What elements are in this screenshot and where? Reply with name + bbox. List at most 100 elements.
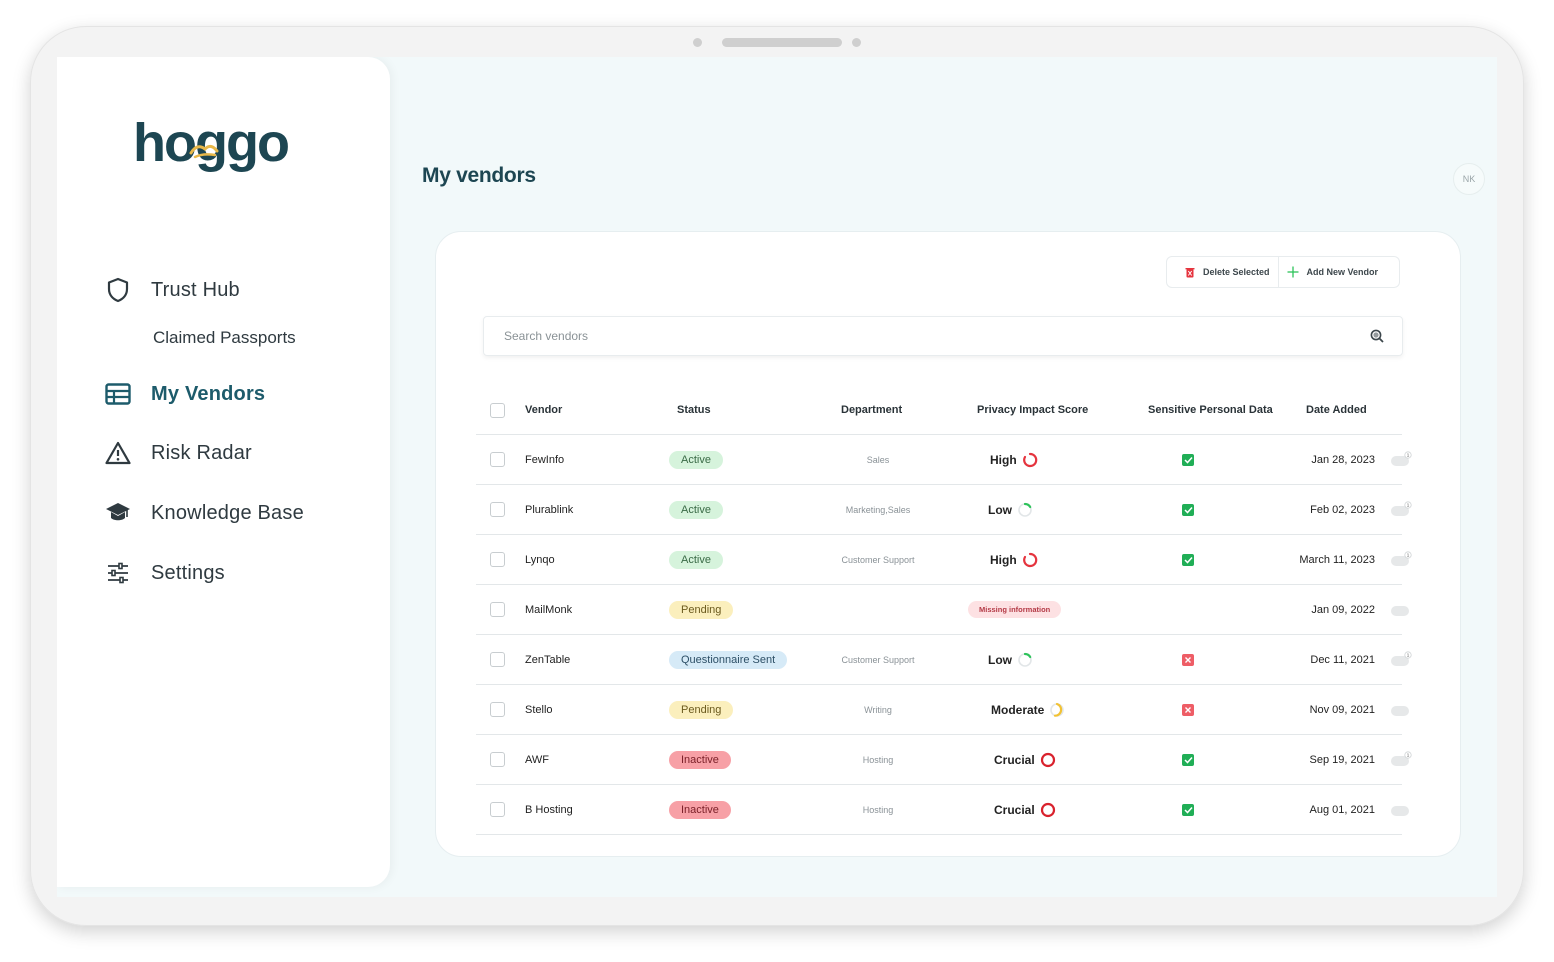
score-cell: Low bbox=[988, 485, 1033, 534]
department-cell: Customer Support bbox=[816, 635, 940, 684]
vendor-name[interactable]: B Hosting bbox=[525, 785, 573, 834]
score-ring-icon bbox=[1017, 502, 1033, 518]
table-icon bbox=[105, 381, 131, 407]
sensitive-data-cell bbox=[1182, 435, 1194, 484]
comment-icon[interactable] bbox=[1389, 685, 1413, 734]
row-checkbox[interactable] bbox=[490, 652, 505, 667]
column-header-date-added[interactable]: Date Added bbox=[1306, 386, 1367, 434]
delete-selected-button[interactable]: Delete Selected bbox=[1167, 257, 1279, 287]
score-cell: Crucial bbox=[994, 785, 1056, 834]
sidebar-item-trust-hub[interactable]: Trust Hub bbox=[105, 272, 240, 308]
sidebar-item-risk-radar[interactable]: Risk Radar bbox=[105, 435, 252, 471]
comment-icon[interactable]: 1 bbox=[1389, 635, 1413, 684]
row-checkbox[interactable] bbox=[490, 502, 505, 517]
row-select-cell bbox=[490, 785, 505, 834]
row-select-cell bbox=[490, 485, 505, 534]
camera-dot bbox=[693, 38, 702, 47]
date-added: Sep 19, 2021 bbox=[1309, 753, 1375, 766]
score-ring-icon bbox=[1049, 702, 1065, 718]
comment-icon[interactable]: 1 bbox=[1389, 535, 1413, 584]
table-row[interactable]: AWF Inactive Hosting Crucial Sep 19, 2021 1 bbox=[476, 735, 1412, 785]
vendor-name[interactable]: Lynqo bbox=[525, 535, 555, 584]
comment-icon[interactable] bbox=[1389, 785, 1413, 834]
vendor-name[interactable]: AWF bbox=[525, 735, 549, 784]
comment-icon[interactable]: 1 bbox=[1389, 485, 1413, 534]
sidebar-item-knowledge-base[interactable]: Knowledge Base bbox=[105, 495, 304, 531]
privacy-score-label: Crucial bbox=[994, 802, 1035, 817]
table-header-row: Vendor Status Department Privacy Impact … bbox=[476, 386, 1402, 435]
row-checkbox[interactable] bbox=[490, 452, 505, 467]
row-checkbox[interactable] bbox=[490, 602, 505, 617]
date-cell: Jan 09, 2022 bbox=[1256, 585, 1375, 634]
row-checkbox[interactable] bbox=[490, 552, 505, 567]
date-added: Dec 11, 2021 bbox=[1310, 653, 1375, 666]
sensitive-data-cell bbox=[1182, 635, 1194, 684]
date-cell: Dec 11, 2021 bbox=[1256, 635, 1375, 684]
hoggo-logo: hoggo bbox=[133, 113, 290, 173]
app-screen: hoggo Trust Hub Claimed Passports My Ven… bbox=[57, 57, 1497, 897]
row-checkbox[interactable] bbox=[490, 802, 505, 817]
sidebar: hoggo Trust Hub Claimed Passports My Ven… bbox=[57, 57, 390, 887]
vendor-name[interactable]: MailMonk bbox=[525, 585, 572, 634]
vendor-name[interactable]: ZenTable bbox=[525, 635, 570, 684]
table-row[interactable]: B Hosting Inactive Hosting Crucial Aug 01, 2… bbox=[476, 785, 1409, 835]
vendor-name[interactable]: Stello bbox=[525, 685, 553, 734]
sidebar-item-my-vendors[interactable]: My Vendors bbox=[105, 376, 265, 412]
row-select-cell bbox=[490, 585, 505, 634]
comment-icon[interactable] bbox=[1389, 585, 1413, 634]
toolbar: Delete Selected Add New Vendor bbox=[1166, 256, 1400, 288]
column-header-privacy-score[interactable]: Privacy Impact Score bbox=[977, 386, 1088, 434]
column-header-department[interactable]: Department bbox=[841, 386, 902, 434]
sidebar-item-settings[interactable]: Settings bbox=[105, 555, 225, 591]
select-all-checkbox[interactable] bbox=[490, 402, 505, 418]
date-cell: Sep 19, 2021 bbox=[1256, 735, 1375, 784]
page-title: My vendors bbox=[422, 164, 536, 187]
brand-wordmark: hoggo bbox=[133, 113, 288, 173]
sliders-icon bbox=[105, 560, 131, 586]
status-badge: Inactive bbox=[669, 800, 731, 819]
date-cell: Nov 09, 2021 bbox=[1256, 685, 1375, 734]
comment-icon[interactable]: 1 bbox=[1389, 735, 1413, 784]
date-added: Feb 02, 2023 bbox=[1310, 503, 1375, 516]
score-cell: High bbox=[990, 435, 1038, 484]
row-select-cell bbox=[490, 635, 505, 684]
date-added: Nov 09, 2021 bbox=[1309, 703, 1375, 716]
row-checkbox[interactable] bbox=[490, 752, 505, 767]
search-icon[interactable] bbox=[1370, 329, 1384, 343]
table-row[interactable]: MailMonk Pending Missing information Jan 09… bbox=[476, 585, 1409, 635]
department-cell: Customer Support bbox=[816, 535, 940, 584]
date-cell: Aug 01, 2021 bbox=[1256, 785, 1375, 834]
date-added: Jan 09, 2022 bbox=[1311, 603, 1375, 616]
table-row[interactable]: FewInfo Active Sales High Jan 28, 2023 1 bbox=[476, 435, 1412, 485]
avatar[interactable]: NK bbox=[1453, 163, 1485, 195]
table-body: FewInfo Active Sales High Jan 28, 2023 1 Plura… bbox=[476, 435, 1412, 835]
department-cell: Hosting bbox=[816, 735, 940, 784]
score-ring-icon bbox=[1022, 452, 1038, 468]
search-bar bbox=[483, 316, 1403, 356]
cross-icon bbox=[1182, 653, 1194, 666]
status-badge: Active bbox=[669, 450, 723, 469]
status-badge: Pending bbox=[669, 600, 734, 619]
status-cell: Active bbox=[669, 485, 723, 534]
vendor-name[interactable]: FewInfo bbox=[525, 435, 564, 484]
row-checkbox[interactable] bbox=[490, 702, 505, 717]
sensitive-data-cell bbox=[1182, 735, 1194, 784]
search-input[interactable] bbox=[502, 328, 1346, 344]
row-select-cell bbox=[490, 735, 505, 784]
privacy-score-label: Low bbox=[988, 502, 1012, 517]
comment-icon[interactable]: 1 bbox=[1389, 435, 1413, 484]
sidebar-item-claimed-passports[interactable]: Claimed Passports bbox=[153, 328, 296, 348]
table-row[interactable]: Lynqo Active Customer Support High March 11,… bbox=[476, 535, 1412, 585]
check-icon bbox=[1182, 803, 1194, 816]
column-header-status[interactable]: Status bbox=[677, 386, 711, 434]
column-header-vendor[interactable]: Vendor bbox=[525, 386, 562, 434]
table-row[interactable]: Plurablink Active Marketing,Sales Low Feb 02… bbox=[476, 485, 1412, 535]
vendor-name[interactable]: Plurablink bbox=[525, 485, 573, 534]
table-row[interactable]: Stello Pending Writing Moderate Nov 09, 2021 bbox=[476, 685, 1409, 735]
table-row[interactable]: ZenTable Questionnaire Sent Customer Suppo… bbox=[476, 635, 1412, 685]
cross-icon bbox=[1182, 703, 1194, 716]
check-icon bbox=[1182, 753, 1194, 766]
column-header-sensitive-data[interactable]: Sensitive Personal Data bbox=[1148, 386, 1273, 434]
add-new-vendor-button[interactable]: Add New Vendor bbox=[1279, 257, 1387, 287]
score-ring-icon bbox=[1022, 552, 1038, 568]
